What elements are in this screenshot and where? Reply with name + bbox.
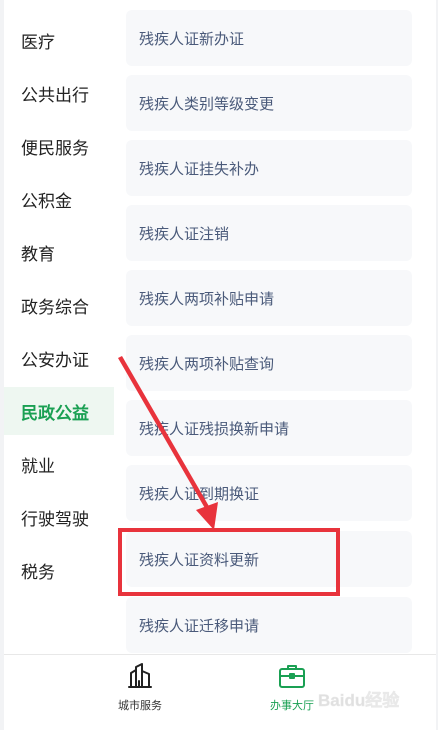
service-item-label: 残疾人证到期换证 <box>139 484 260 503</box>
tab-city-services[interactable]: 城市服务 <box>95 661 185 721</box>
sidebar-item-convenience-services[interactable]: 便民服务 <box>4 122 114 170</box>
sidebar-item-label: 税务 <box>21 562 55 583</box>
sidebar-item-driving[interactable]: 行驶驾驶 <box>4 493 114 541</box>
sidebar-item-label: 便民服务 <box>21 138 89 159</box>
sidebar-item-tax[interactable]: 税务 <box>4 546 114 594</box>
sidebar-item-label: 民政公益 <box>21 403 89 424</box>
tab-label: 城市服务 <box>118 699 162 712</box>
service-item-expiry-renewal[interactable]: 残疾人证到期换证 <box>126 465 412 521</box>
service-item-category-change[interactable]: 残疾人类别等级变更 <box>126 75 412 131</box>
sidebar-item-label: 行驶驾驶 <box>21 509 89 530</box>
service-item-lost-reissue[interactable]: 残疾人证挂失补办 <box>126 140 412 196</box>
sidebar-item-label: 公共出行 <box>21 85 89 106</box>
service-item-label: 残疾人两项补贴查询 <box>139 354 275 373</box>
sidebar-item-public-security[interactable]: 公安办证 <box>4 334 114 382</box>
service-item-label: 残疾人证残损换新申请 <box>139 419 290 438</box>
briefcase-icon <box>279 665 305 688</box>
app-screen: 医疗 公共出行 便民服务 公积金 教育 政务综合 公安办证 民政公益 就业 行驶… <box>0 0 438 730</box>
service-item-label: 残疾人证迁移申请 <box>139 616 260 635</box>
sidebar-item-employment[interactable]: 就业 <box>4 440 114 488</box>
bottom-tab-bar: 城市服务 办事大厅 <box>4 654 436 730</box>
sidebar-item-label: 公安办证 <box>21 350 89 371</box>
tab-label: 办事大厅 <box>270 699 314 712</box>
sidebar-item-public-transport[interactable]: 公共出行 <box>4 69 114 117</box>
sidebar-item-label: 公积金 <box>21 191 72 212</box>
service-item-damaged-replace[interactable]: 残疾人证残损换新申请 <box>126 400 412 456</box>
sidebar-item-label: 医疗 <box>21 32 55 53</box>
service-item-subsidy-apply[interactable]: 残疾人两项补贴申请 <box>126 270 412 326</box>
service-item-info-update[interactable]: 残疾人证资料更新 <box>126 531 412 587</box>
sidebar-item-medical[interactable]: 医疗 <box>4 16 114 64</box>
service-item-label: 残疾人证资料更新 <box>139 550 260 569</box>
service-item-transfer-apply[interactable]: 残疾人证迁移申请 <box>126 597 412 653</box>
service-item-new-certificate[interactable]: 残疾人证新办证 <box>126 10 412 66</box>
sidebar-item-label: 教育 <box>21 244 55 265</box>
sidebar-item-civil-welfare[interactable]: 民政公益 <box>4 387 114 435</box>
service-item-cancel-certificate[interactable]: 残疾人证注销 <box>126 205 412 261</box>
service-item-label: 残疾人两项补贴申请 <box>139 289 275 308</box>
sidebar-item-government-affairs[interactable]: 政务综合 <box>4 281 114 329</box>
sidebar-item-label: 政务综合 <box>21 297 89 318</box>
service-item-subsidy-query[interactable]: 残疾人两项补贴查询 <box>126 335 412 391</box>
service-list: 残疾人证新办证 残疾人类别等级变更 残疾人证挂失补办 残疾人证注销 残疾人两项补… <box>114 0 436 654</box>
sidebar-item-education[interactable]: 教育 <box>4 228 114 276</box>
service-item-label: 残疾人类别等级变更 <box>139 94 275 113</box>
service-item-label: 残疾人证新办证 <box>139 29 245 48</box>
service-item-label: 残疾人证注销 <box>139 224 230 243</box>
city-building-icon <box>128 663 152 688</box>
sidebar-item-label: 就业 <box>21 456 55 477</box>
sidebar-item-housing-fund[interactable]: 公积金 <box>4 175 114 223</box>
tab-service-hall[interactable]: 办事大厅 <box>247 661 337 721</box>
category-sidebar: 医疗 公共出行 便民服务 公积金 教育 政务综合 公安办证 民政公益 就业 行驶… <box>4 0 114 654</box>
service-item-label: 残疾人证挂失补办 <box>139 159 260 178</box>
